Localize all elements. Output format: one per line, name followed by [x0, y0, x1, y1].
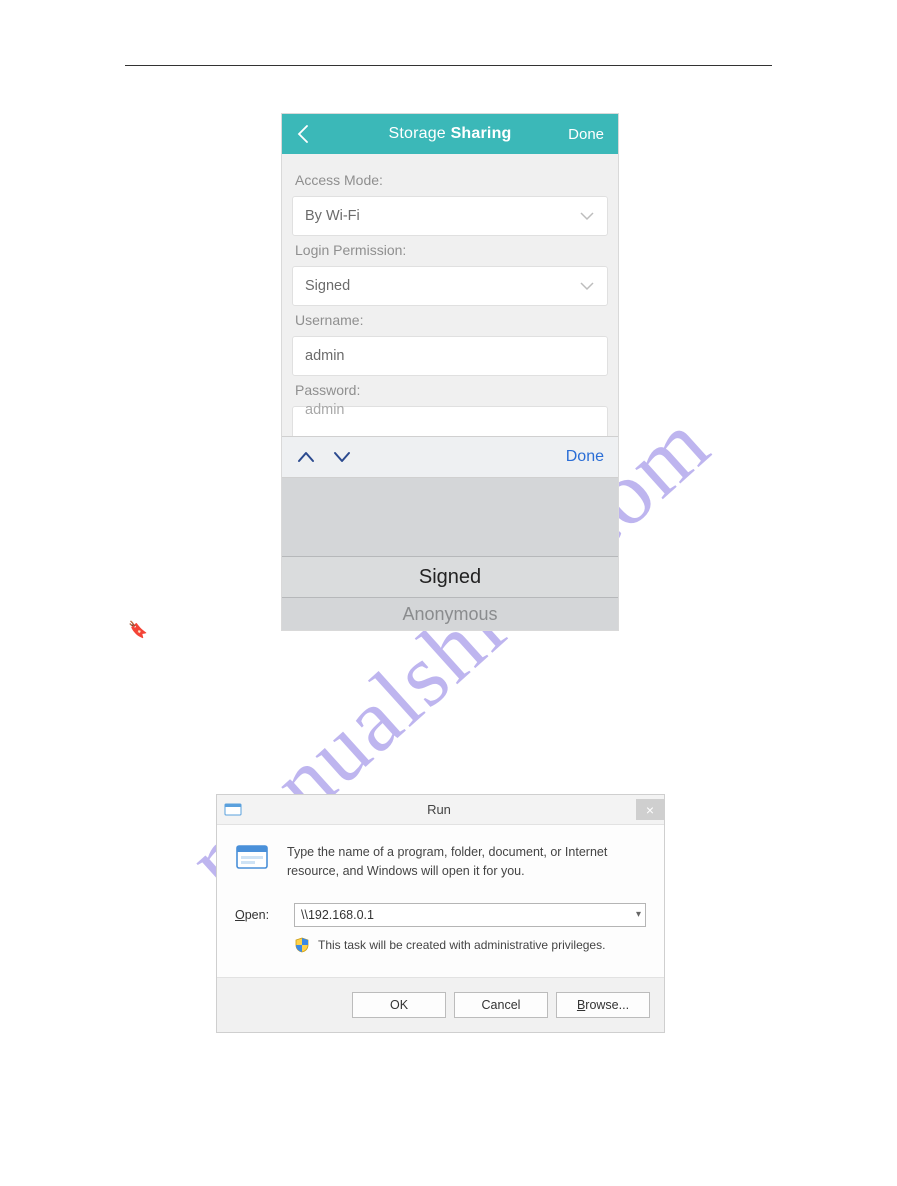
run-large-icon [235, 843, 271, 879]
header-done-button[interactable]: Done [566, 126, 604, 143]
page-top-rule [125, 65, 772, 66]
keyboard-done-button[interactable]: Done [566, 448, 604, 466]
dropdown-arrow-icon[interactable]: ▾ [636, 909, 641, 920]
open-combobox[interactable]: \\192.168.0.1 ▾ [294, 903, 646, 927]
back-icon[interactable] [296, 124, 334, 144]
password-input[interactable] [305, 402, 595, 418]
access-mode-value: By Wi-Fi [305, 208, 360, 224]
storage-sharing-app: Storage Sharing Done Access Mode: By Wi-… [281, 113, 619, 631]
admin-notice-text: This task will be created with administr… [318, 938, 605, 952]
run-app-icon [224, 803, 242, 817]
next-field-icon[interactable] [332, 450, 352, 464]
picker-option-anonymous[interactable]: Anonymous [282, 598, 618, 630]
cancel-button[interactable]: Cancel [454, 992, 548, 1018]
close-button[interactable]: × [636, 799, 664, 820]
ok-button[interactable]: OK [352, 992, 446, 1018]
app-header: Storage Sharing Done [282, 114, 618, 154]
open-value: \\192.168.0.1 [301, 908, 374, 922]
access-mode-select[interactable]: By Wi-Fi [292, 196, 608, 236]
username-input[interactable] [305, 348, 595, 364]
password-field[interactable] [292, 406, 608, 436]
login-permission-select[interactable]: Signed [292, 266, 608, 306]
open-label: Open: [235, 908, 280, 922]
picker-spacer [282, 478, 618, 556]
username-field[interactable] [292, 336, 608, 376]
login-permission-label: Login Permission: [295, 242, 608, 258]
username-label: Username: [295, 312, 608, 328]
picker-selected-row[interactable]: Signed [282, 556, 618, 598]
run-description: Type the name of a program, folder, docu… [287, 843, 646, 881]
form-body: Access Mode: By Wi-Fi Login Permission: … [282, 154, 618, 436]
bookmark-icon: 🔖 [128, 620, 148, 640]
chevron-down-icon [579, 281, 595, 291]
browse-button[interactable]: Browse... [556, 992, 650, 1018]
run-dialog: Run × Type the name of a program, folder… [216, 794, 665, 1033]
run-body: Type the name of a program, folder, docu… [217, 825, 664, 953]
access-mode-label: Access Mode: [295, 172, 608, 188]
password-label: Password: [295, 382, 608, 398]
picker-wheel[interactable]: Signed Anonymous [282, 478, 618, 630]
login-permission-value: Signed [305, 278, 350, 294]
run-titlebar: Run × [217, 795, 664, 825]
prev-field-icon[interactable] [296, 450, 316, 464]
uac-shield-icon [294, 937, 310, 953]
chevron-down-icon [579, 211, 595, 221]
run-title-text: Run [242, 802, 636, 817]
keyboard-accessory-bar: Done [282, 436, 618, 478]
run-button-row: OK Cancel Browse... [217, 977, 664, 1032]
page-title: Storage Sharing [334, 125, 566, 143]
